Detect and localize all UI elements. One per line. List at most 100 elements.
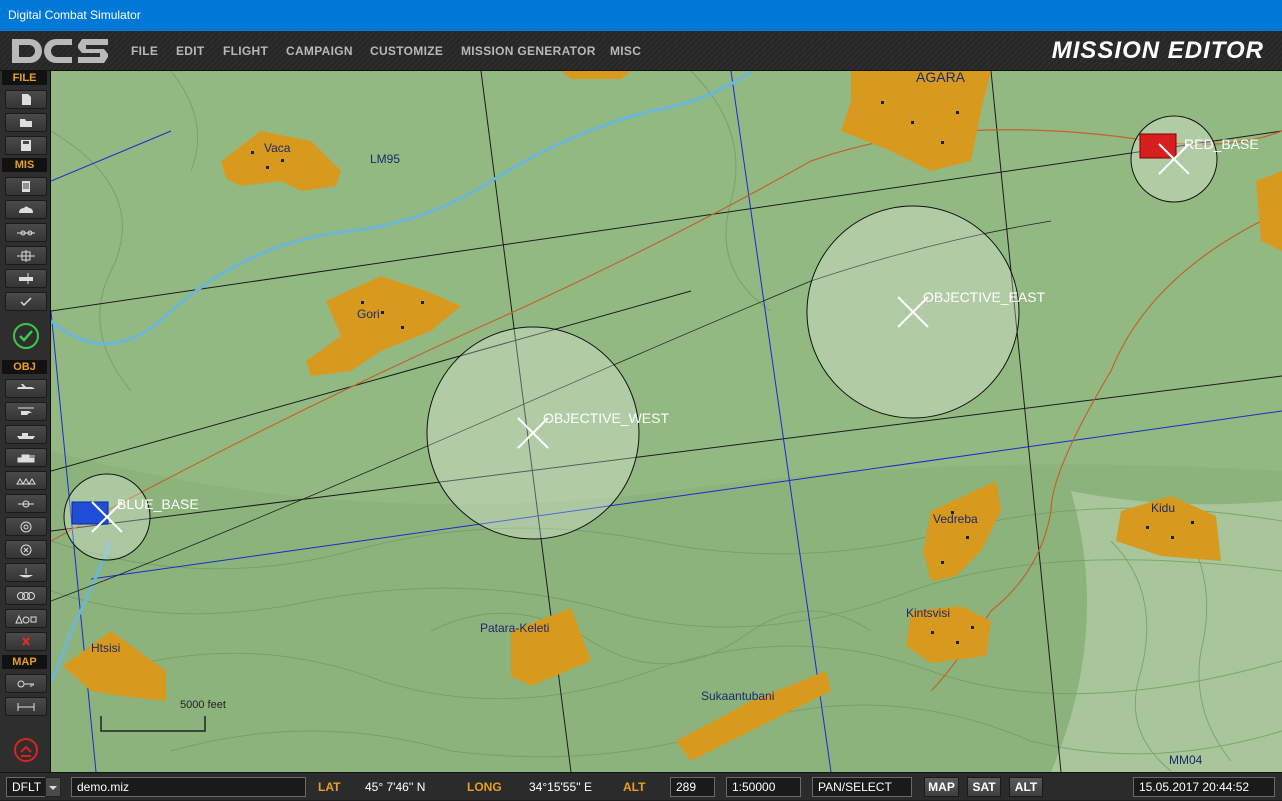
save-disk-icon bbox=[21, 140, 31, 151]
unit-label-blue-base[interactable]: BLUE_BASE bbox=[117, 496, 199, 512]
add-static-button[interactable] bbox=[5, 471, 47, 490]
town-label-vaca: Vaca bbox=[264, 141, 291, 155]
delete-object-button[interactable] bbox=[5, 632, 47, 651]
new-file-button[interactable] bbox=[5, 90, 47, 109]
lat-value: 45° 7'46'' N bbox=[365, 780, 426, 794]
open-file-button[interactable] bbox=[5, 113, 47, 132]
town-label-htsisi: Htsisi bbox=[91, 641, 121, 655]
add-ship-button[interactable] bbox=[5, 425, 47, 444]
trigger-zones-button[interactable] bbox=[5, 223, 47, 242]
ship-icon bbox=[17, 433, 35, 439]
weather-cloud-icon bbox=[19, 206, 33, 213]
plane-icon bbox=[17, 384, 35, 389]
layer-dropdown-button[interactable] bbox=[45, 777, 61, 797]
unit-label-red-base[interactable]: RED_BASE bbox=[1184, 136, 1259, 152]
scale-bar-label: 5000 feet bbox=[180, 699, 226, 711]
briefing-button[interactable] bbox=[5, 177, 47, 196]
airfield-icon bbox=[19, 568, 33, 578]
town-label-patara-keleti: Patara-Keleti bbox=[480, 621, 550, 635]
chevron-down-icon bbox=[49, 786, 57, 790]
red-x-delete-icon bbox=[22, 637, 30, 646]
flag-icon bbox=[19, 273, 33, 284]
clipboard-icon bbox=[22, 181, 30, 192]
status-bar: DFLT demo.miz LAT 45° 7'46'' N LONG 34°1… bbox=[0, 772, 1282, 800]
menu-edit[interactable]: EDIT bbox=[176, 44, 205, 58]
mission-filename-field[interactable]: demo.miz bbox=[71, 777, 306, 797]
grid-label-mm04: MM04 bbox=[1169, 753, 1203, 767]
town-label-gori: Gori bbox=[357, 307, 380, 321]
menu-customize[interactable]: CUSTOMIZE bbox=[370, 44, 443, 58]
window-title: Digital Combat Simulator bbox=[8, 8, 141, 22]
menu-file[interactable]: FILE bbox=[131, 44, 158, 58]
long-label: LONG bbox=[467, 780, 502, 794]
town-label-kintsvisi: Kintsvisi bbox=[906, 606, 951, 620]
menu-flight[interactable]: FLIGHT bbox=[223, 44, 268, 58]
ruler-measure-icon bbox=[17, 703, 35, 711]
add-templates-button[interactable] bbox=[5, 586, 47, 605]
toolbar-section-map: MAP bbox=[2, 655, 47, 669]
satellite-view-button[interactable]: SAT bbox=[967, 777, 1001, 797]
static-objects-icon bbox=[16, 478, 36, 485]
red-up-arrow-circle-icon bbox=[14, 738, 38, 762]
add-plane-button[interactable] bbox=[5, 379, 47, 398]
dcs-logo bbox=[12, 39, 108, 63]
town-label-agara: AGARA bbox=[916, 71, 966, 85]
shapes-icon bbox=[15, 614, 37, 624]
add-nav-target-button[interactable] bbox=[5, 540, 47, 559]
menu-campaign[interactable]: CAMPAIGN bbox=[286, 44, 353, 58]
map-viewport[interactable]: Vaca Gori AGARA Vedreba Kidu Kintsvisi H… bbox=[51, 71, 1282, 772]
link-nodes-icon bbox=[17, 230, 35, 236]
triggers-button[interactable] bbox=[5, 246, 47, 265]
lat-label: LAT bbox=[318, 780, 341, 794]
unit-label-objective-west[interactable]: OBJECTIVE_WEST bbox=[543, 410, 669, 426]
goals-button[interactable] bbox=[5, 269, 47, 288]
check-mission-button[interactable] bbox=[5, 292, 47, 311]
weather-button[interactable] bbox=[5, 200, 47, 219]
draw-shapes-button[interactable] bbox=[5, 609, 47, 628]
menu-misc[interactable]: MISC bbox=[610, 44, 641, 58]
toolbar-section-obj: OBJ bbox=[2, 360, 47, 374]
town-label-vedreba: Vedreba bbox=[933, 512, 978, 526]
add-helicopter-button[interactable] bbox=[5, 402, 47, 421]
map-options-button[interactable] bbox=[5, 674, 47, 693]
top-menu-bar: FILE EDIT FLIGHT CAMPAIGN CUSTOMIZE MISS… bbox=[0, 31, 1282, 71]
alt-label: ALT bbox=[623, 780, 646, 794]
validate-mission-button[interactable] bbox=[9, 319, 43, 353]
town-north-edge-area bbox=[561, 71, 631, 79]
ruler-button[interactable] bbox=[5, 697, 47, 716]
helicopter-icon bbox=[18, 407, 34, 415]
menu-mission-generator[interactable]: MISSION GENERATOR bbox=[461, 44, 596, 58]
checkmark-icon bbox=[20, 297, 32, 307]
add-waypoint-button[interactable] bbox=[5, 494, 47, 513]
map-scale-field[interactable]: 1:50000 bbox=[726, 777, 801, 797]
layer-select[interactable]: DFLT bbox=[6, 777, 46, 797]
save-file-button[interactable] bbox=[5, 136, 47, 155]
add-airfield-button[interactable] bbox=[5, 563, 47, 582]
waypoint-node-icon bbox=[18, 500, 34, 508]
map-mode-field: PAN/SELECT bbox=[812, 777, 912, 797]
key-icon bbox=[17, 680, 34, 688]
add-trigger-zone-button[interactable] bbox=[5, 517, 47, 536]
mission-datetime-field[interactable]: 15.05.2017 20:44:52 bbox=[1133, 777, 1275, 797]
target-box-icon bbox=[17, 250, 35, 262]
new-file-icon bbox=[22, 94, 31, 105]
map-view-button[interactable]: MAP bbox=[924, 777, 959, 797]
altitude-field: 289 bbox=[670, 777, 715, 797]
circled-x-icon bbox=[20, 544, 32, 556]
town-label-kidu: Kidu bbox=[1151, 501, 1176, 515]
concentric-circles-icon bbox=[20, 521, 32, 533]
tank-icon bbox=[17, 454, 35, 463]
town-label-sukaantubani: Sukaantubani bbox=[701, 689, 775, 703]
left-toolbar: FILE MIS OBJ MAP bbox=[0, 71, 51, 772]
open-folder-icon bbox=[20, 119, 32, 127]
add-vehicle-button[interactable] bbox=[5, 448, 47, 467]
grid-label-lm95: LM95 bbox=[370, 152, 401, 166]
window-titlebar: Digital Combat Simulator bbox=[0, 0, 1282, 31]
three-circles-icon bbox=[17, 592, 35, 600]
unit-label-objective-east[interactable]: OBJECTIVE_EAST bbox=[923, 289, 1045, 305]
long-value: 34°15'55'' E bbox=[529, 780, 593, 794]
toolbar-section-file: FILE bbox=[2, 71, 47, 85]
mission-editor-title: MISSION EDITOR bbox=[1051, 37, 1264, 64]
collapse-toolbar-button[interactable] bbox=[9, 733, 43, 767]
alt-view-button[interactable]: ALT bbox=[1009, 777, 1043, 797]
